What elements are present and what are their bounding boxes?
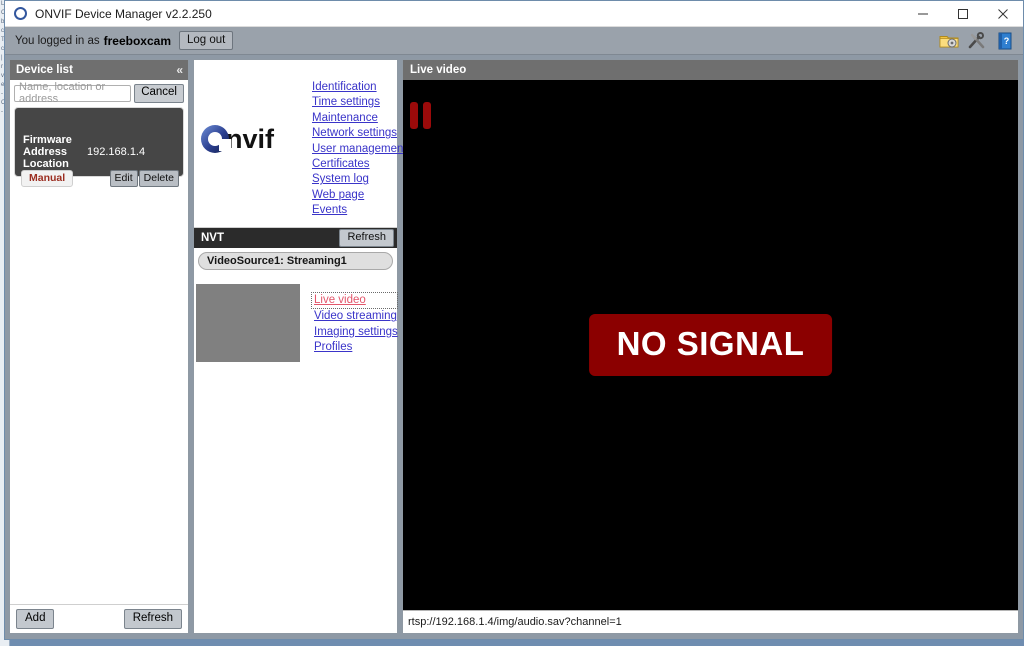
stream-thumbnail[interactable] (196, 284, 300, 362)
refresh-devices-button[interactable]: Refresh (123, 608, 182, 630)
link-live-video[interactable]: Live video (311, 292, 398, 310)
onvif-device-manager-window: ONVIF Device Manager v2.2.250 You logged… (4, 0, 1024, 640)
title-bar: ONVIF Device Manager v2.2.250 (5, 1, 1023, 27)
nvt-header: NVT Refresh (194, 228, 397, 248)
link-network-settings[interactable]: Network settings (312, 126, 407, 141)
link-certificates[interactable]: Certificates (312, 157, 407, 172)
device-list-title: Device list (16, 64, 73, 76)
link-profiles[interactable]: Profiles (314, 340, 398, 355)
link-web-page[interactable]: Web page (312, 188, 407, 203)
window-controls (903, 1, 1023, 26)
toolbar: You logged in as freeboxcam Log out ? (5, 27, 1023, 55)
collapse-panel-icon[interactable]: « (176, 63, 183, 77)
svg-text:?: ? (1004, 36, 1010, 46)
folder-settings-icon[interactable] (939, 31, 959, 51)
link-video-streaming[interactable]: Video streaming (314, 309, 398, 324)
logout-button[interactable]: Log out (179, 30, 234, 51)
link-identification[interactable]: Identification (312, 80, 407, 95)
link-events[interactable]: Events (312, 203, 407, 218)
device-firmware-label: Firmware (23, 133, 72, 146)
device-address-label: Address (23, 145, 68, 158)
status-badge: Manual (21, 169, 74, 187)
maximize-icon[interactable] (943, 1, 983, 26)
device-search-input[interactable]: Name, location or address (14, 81, 132, 105)
nvt-title: NVT (201, 232, 224, 244)
link-user-management[interactable]: User management (312, 142, 407, 157)
delete-device-button[interactable]: Delete (138, 169, 179, 188)
stream-links: Live video Video streaming Imaging setti… (311, 292, 398, 356)
device-list-panel: Device list « Name, location or address … (9, 59, 189, 634)
device-settings-links: Identification Time settings Maintenance… (312, 80, 407, 219)
device-address-value: 192.168.1.4 (87, 145, 146, 158)
edit-device-button[interactable]: Edit (109, 169, 138, 188)
panel-container: Device list « Name, location or address … (5, 55, 1023, 639)
link-imaging-settings[interactable]: Imaging settings (314, 325, 398, 340)
device-list-empty-area (10, 177, 188, 604)
pause-icon (410, 102, 431, 129)
device-list-footer: Add Refresh (10, 604, 188, 633)
onvif-circle-icon (14, 7, 27, 20)
onvif-ring-icon (201, 125, 229, 153)
link-maintenance[interactable]: Maintenance (312, 111, 407, 126)
minimize-icon[interactable] (903, 1, 943, 26)
logged-in-username: freeboxcam (103, 33, 171, 48)
video-stage[interactable]: NO SIGNAL (403, 80, 1018, 610)
link-time-settings[interactable]: Time settings (312, 95, 407, 110)
device-location-label: Location (23, 157, 69, 170)
live-video-panel: Live video NO SIGNAL rtsp://192.168.1.4/… (402, 59, 1019, 634)
onvif-logo: nvif (201, 125, 274, 153)
stream-url-input[interactable]: rtsp://192.168.1.4/img/audio.sav?channel… (403, 610, 1018, 633)
device-detail-panel: nvif Identification Time settings Mainte… (193, 59, 407, 634)
nvt-refresh-button[interactable]: Refresh (339, 228, 394, 248)
device-list-header: Device list « (10, 60, 188, 80)
nvt-body: VideoSource1: Streaming1 Live video Vide… (194, 248, 398, 633)
device-section: nvif Identification Time settings Mainte… (194, 60, 407, 228)
close-icon[interactable] (983, 1, 1023, 26)
onvif-wordmark: nvif (226, 123, 275, 154)
add-device-button[interactable]: Add (16, 608, 55, 630)
profile-tab[interactable]: VideoSource1: Streaming1 (198, 252, 393, 270)
device-search-row: Name, location or address Cancel (10, 80, 188, 105)
login-status-text: You logged in as (15, 34, 100, 47)
link-system-log[interactable]: System log (312, 172, 407, 187)
live-video-header: Live video (403, 60, 1018, 80)
window-title: ONVIF Device Manager v2.2.250 (35, 6, 212, 21)
toolbar-icons: ? (939, 27, 1015, 54)
device-card[interactable]: Firmware Address 192.168.1.4 Location Ma… (14, 106, 184, 188)
cancel-search-button[interactable]: Cancel (134, 84, 184, 103)
no-signal-banner: NO SIGNAL (588, 314, 833, 376)
help-book-icon[interactable]: ? (995, 31, 1015, 51)
tools-icon[interactable] (967, 31, 987, 51)
device-card-actions: Edit Delete (109, 169, 179, 188)
